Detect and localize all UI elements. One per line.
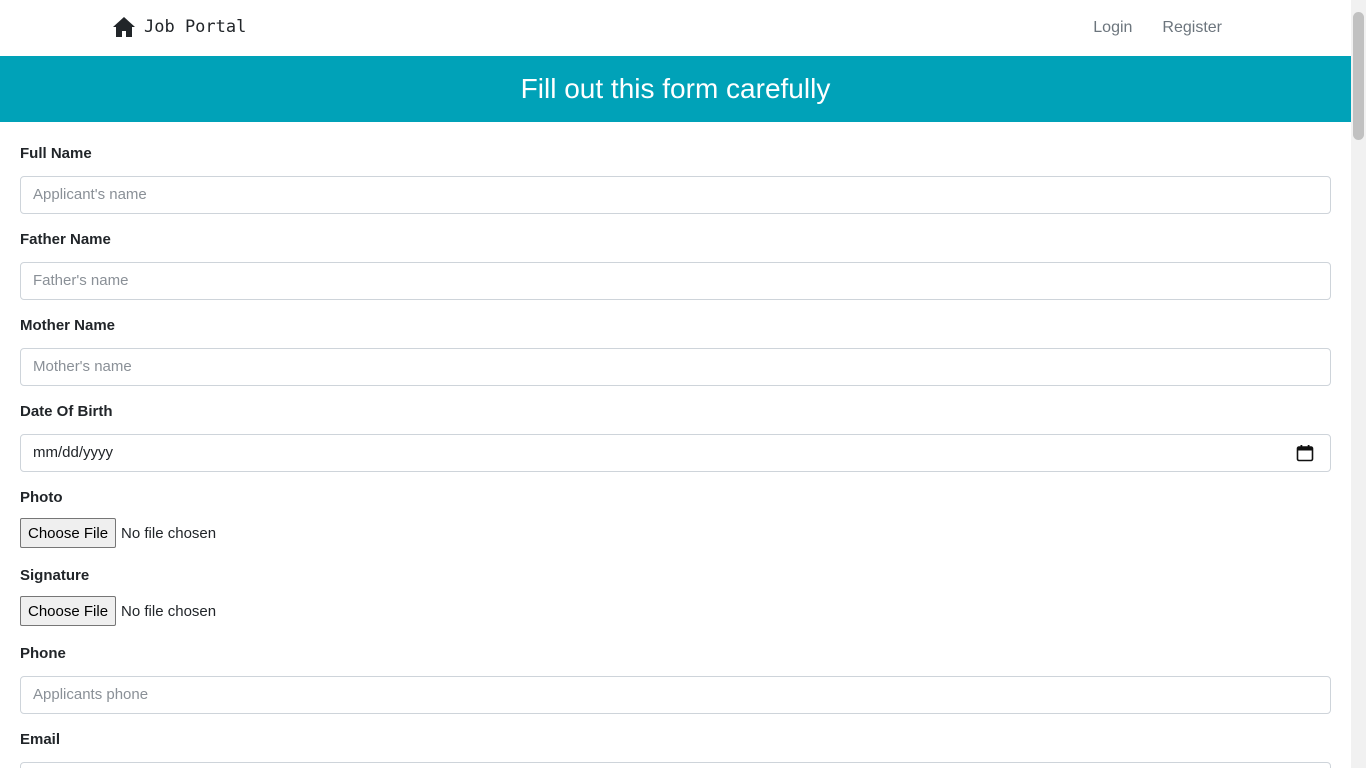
login-link[interactable]: Login [1093,18,1132,38]
brand-title: Job Portal [144,17,247,37]
photo-label: Photo [20,489,63,506]
signature-label: Signature [20,567,90,584]
full-name-label: Full Name [20,145,92,162]
signature-file-input: Choose File No file chosen [20,596,1331,626]
email-input[interactable] [20,762,1331,768]
dob-input[interactable]: mm/dd/yyyy [20,434,1331,472]
photo-group: Photo Choose File No file chosen [20,488,1331,548]
phone-group: Phone Applicants phone [20,644,1331,714]
banner-title: Fill out this form carefully [520,73,831,104]
father-name-placeholder: Father's name [33,272,129,289]
signature-group: Signature Choose File No file chosen [20,566,1331,626]
calendar-icon[interactable] [1296,444,1314,462]
signature-choose-file-button[interactable]: Choose File [20,596,117,626]
full-name-input[interactable]: Applicant's name [20,176,1331,214]
father-name-label: Father Name [20,231,111,248]
photo-choose-file-button[interactable]: Choose File [20,518,117,548]
register-link[interactable]: Register [1162,18,1222,38]
navbar: Job Portal Login Register [0,0,1351,56]
dob-label: Date Of Birth [20,403,113,420]
nav-links: Login Register [1093,18,1222,38]
mother-name-input[interactable]: Mother's name [20,348,1331,386]
father-name-input[interactable]: Father's name [20,262,1331,300]
phone-label: Phone [20,645,66,662]
dob-group: Date Of Birth mm/dd/yyyy [20,402,1331,472]
dob-value: mm/dd/yyyy [33,444,114,461]
full-name-group: Full Name Applicant's name [20,144,1331,214]
mother-name-placeholder: Mother's name [33,358,132,375]
father-name-group: Father Name Father's name [20,230,1331,300]
brand-link[interactable]: Job Portal [112,14,246,40]
photo-file-status: No file chosen [121,524,217,542]
scrollbar-thumb[interactable] [1353,12,1364,140]
home-icon [112,16,136,38]
phone-input[interactable]: Applicants phone [20,676,1331,714]
signature-file-status: No file chosen [121,602,217,620]
mother-name-label: Mother Name [20,317,116,334]
phone-placeholder: Applicants phone [33,686,149,703]
mother-name-group: Mother Name Mother's name [20,316,1331,386]
page-scrollbar[interactable] [1351,0,1366,768]
email-label: Email [20,731,61,748]
form-banner: Fill out this form carefully [0,56,1351,122]
full-name-placeholder: Applicant's name [33,186,147,203]
photo-file-input: Choose File No file chosen [20,518,1331,548]
email-group: Email [20,730,1331,768]
